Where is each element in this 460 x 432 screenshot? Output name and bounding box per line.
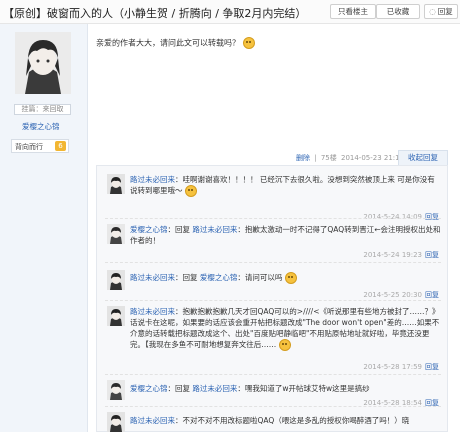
smiley-emoji-icon [278,339,291,351]
reply-avatar[interactable] [107,380,125,400]
post-content: 亲爱的作者大大，请问此文可以转载吗？ [96,37,255,49]
reply-icon: ◌ [429,7,436,16]
reply-link[interactable]: 回复 [425,291,439,299]
reply-link[interactable]: 回复 [425,363,439,371]
reply-list: 路过未必回来：哇啊谢谢喜欢！！！！ 已经沉下去很久啦。没想到突然被顶上来 可是你… [96,165,448,432]
smiley-emoji-icon [284,272,297,284]
author-sidebar: 挂篇：来回取 爱樱之心锦 背向而行 6 [0,24,88,432]
reply-prefix: 回复 [175,384,193,393]
author-avatar[interactable] [15,32,71,94]
mention-link[interactable]: 路过未必回来 [192,384,237,393]
divider [105,406,441,407]
collapse-replies-button[interactable]: 收起回复 [398,150,448,165]
divider [105,374,441,375]
thread-title: 【原创】破窗而入的人（小静生贺 / 折腾向 / 争取2月内完结） [3,7,307,20]
reply-time: 2014-5-24 14:09 [363,213,422,221]
reply-username[interactable]: 爱樱之心锦 [130,384,168,393]
reply-avatar[interactable] [107,224,125,244]
reply-button[interactable]: ◌ 回复 [424,4,458,19]
reply-meta: 2014-5-28 17:59 回复 [363,362,439,372]
score-tag: 挂篇：来回取 [14,104,71,115]
floor-number: 75楼 [320,154,337,162]
reply-prefix: 回复 [175,225,193,234]
reply-username[interactable]: 路过未必回来 [130,273,175,282]
reply-content: ：嘿我知道了w开帖球艾特w这里是搞纱 [237,384,370,393]
level-badge: 6 [55,141,66,151]
reply-text: 路过未必回来：抱歉抱歉抱歉几天才回QAQ可以的>////<《听说那里有些地方被封… [130,307,440,351]
post-meta: 删除 | 75楼 2014-05-23 21:12 [296,154,405,162]
smiley-emoji-icon [242,37,255,49]
reply-content: ：请问可以吗 [237,273,283,282]
member-badge: 背向而行 6 [11,139,69,153]
reply-content: 不对不对不用改标题啦QAQ（喂这是多乱的授权你喝醉酒了吗！）晓 [182,416,410,425]
reply-text: 路过未必回来：哇啊谢谢喜欢！！！！ 已经沉下去很久啦。没想到突然被顶上来 可是你… [130,175,435,197]
mention-link[interactable]: 路过未必回来 [192,225,237,234]
reply-avatar[interactable] [107,306,125,326]
reply-avatar[interactable] [107,270,125,290]
badge-label: 背向而行 [15,143,43,151]
reply-text: 路过未必回来：不对不对不用改标题啦QAQ（喂这是多乱的授权你喝醉酒了吗！）晓 [130,416,410,425]
reply-meta: 2014-5-24 14:09 回复 [363,212,439,222]
reply-time: 2014-5-28 17:59 [363,363,422,371]
collected-button[interactable]: 已收藏 [376,4,420,19]
reply-time: 2014-5-24 19:23 [363,251,422,259]
only-author-button[interactable]: 只看楼主 [330,4,376,19]
mention-link[interactable]: 爱樱之心锦 [200,273,238,282]
reply-text: 路过未必回来：回复 爱樱之心锦：请问可以吗 [130,272,442,284]
reply-prefix: 回复 [182,273,200,282]
reply-username[interactable]: 爱樱之心锦 [130,225,168,234]
reply-avatar[interactable] [107,174,125,194]
reply-username[interactable]: 路过未必回来 [130,307,175,316]
only-author-label: 只看楼主 [338,7,368,16]
divider [105,300,441,301]
collected-label: 已收藏 [386,7,410,16]
smiley-emoji-icon [184,185,197,197]
reply-link[interactable]: 回复 [425,251,439,259]
reply-username[interactable]: 路过未必回来 [130,416,175,425]
divider [105,262,441,263]
delete-link[interactable]: 删除 [296,154,310,162]
post-text: 亲爱的作者大大，请问此文可以转载吗？ [96,38,240,48]
post-time: 2014-05-23 21:12 [340,154,405,162]
reply-link[interactable]: 回复 [425,213,439,221]
reply-username[interactable]: 路过未必回来 [130,175,175,184]
reply-label: 回复 [437,7,453,16]
reply-time: 2014-5-25 20:30 [363,291,422,299]
reply-text: 爱樱之心锦：回复 路过未必回来：抱歉太激动一时不记得了QAQ转到晋江←会注明授权… [130,225,441,245]
thread-header: 【原创】破窗而入的人（小静生贺 / 折腾向 / 争取2月内完结） 只看楼主 已收… [0,0,460,24]
reply-avatar[interactable] [107,412,125,432]
divider [105,218,441,219]
author-name[interactable]: 爱樱之心锦 [22,121,60,132]
reply-content: 哇啊谢谢喜欢！！！！ 已经沉下去很久啦。没想到突然被顶上来 可是你没有说转到哪里… [130,175,435,195]
reply-text: 爱樱之心锦：回复 路过未必回来：嘿我知道了w开帖球艾特w这里是搞纱 [130,384,370,393]
reply-meta: 2014-5-25 20:30 回复 [363,290,439,300]
reply-meta: 2014-5-24 19:23 回复 [363,250,439,260]
